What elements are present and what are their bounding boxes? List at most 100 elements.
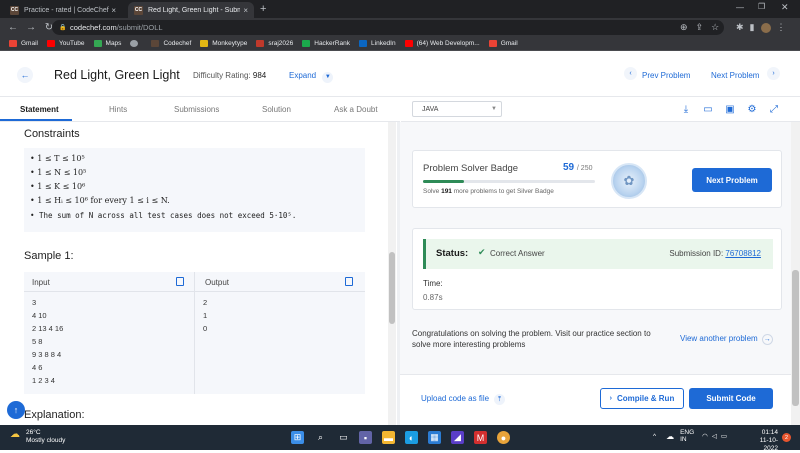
close-tab-icon[interactable]: ×: [111, 6, 116, 15]
menu-icon[interactable]: ⋮: [777, 22, 786, 33]
notification-badge[interactable]: 2: [782, 433, 791, 442]
settings-gear-icon[interactable]: ⚙: [746, 103, 758, 115]
profile-avatar[interactable]: [760, 22, 771, 33]
volume-icon[interactable]: ◁: [712, 432, 717, 440]
tab-hints[interactable]: Hints: [109, 105, 127, 114]
chevron-right-icon[interactable]: ›: [767, 67, 780, 80]
copy-input-icon[interactable]: [176, 277, 184, 286]
time-value: 0.87s: [423, 293, 443, 302]
bookmark-youtube-webdev[interactable]: (64) Web Developm...: [404, 40, 480, 47]
restore-icon[interactable]: ❐: [758, 2, 765, 11]
copy-output-icon[interactable]: [345, 277, 353, 286]
bookmark-youtube[interactable]: YouTube: [46, 40, 85, 47]
download-icon[interactable]: ⤓: [680, 103, 692, 115]
bookmark-sraj[interactable]: sraj2026: [256, 40, 293, 47]
status-banner: Status: ✔ Correct Answer Submission ID: …: [423, 239, 773, 269]
new-tab-icon[interactable]: +: [260, 3, 266, 15]
sidepanel-icon[interactable]: ▮: [750, 22, 755, 33]
task-view-icon[interactable]: ▭: [337, 431, 350, 444]
chrome-icon[interactable]: ●: [497, 431, 510, 444]
browser-tab-submit[interactable]: CC Red Light, Green Light - Submit | ×: [128, 2, 254, 18]
tab-ask-doubt[interactable]: Ask a Doubt: [334, 105, 378, 114]
bookmark-codechef[interactable]: Codechef: [151, 40, 191, 47]
scrollbar-thumb[interactable]: [792, 270, 799, 406]
input-line: 3: [32, 298, 37, 307]
submit-code-button[interactable]: Submit Code: [689, 388, 773, 409]
battery-icon[interactable]: ▭: [721, 432, 727, 440]
view-another-problem-link[interactable]: View another problem →: [680, 334, 773, 345]
sample-table: Input Output 3 4 10 2 13 4 16 5 8 9 3 8 …: [24, 272, 365, 394]
close-window-icon[interactable]: ✕: [781, 2, 789, 13]
onedrive-icon[interactable]: ☁: [666, 432, 674, 441]
tray-overflow-icon[interactable]: ^: [653, 433, 656, 440]
close-tab-icon[interactable]: ×: [243, 6, 248, 15]
arrow-up-icon: ↑: [13, 405, 19, 415]
language-select[interactable]: JAVA ▼: [412, 101, 502, 117]
extensions-icon[interactable]: ✱: [736, 22, 744, 33]
save-icon[interactable]: ▣: [724, 103, 736, 115]
start-icon[interactable]: ⊞: [291, 431, 304, 444]
prev-problem-link[interactable]: Prev Problem: [642, 71, 690, 80]
store-icon[interactable]: ▦: [428, 431, 441, 444]
bookmark-monkeytype[interactable]: Monkeytype: [200, 40, 247, 47]
tab-statement[interactable]: Statement: [20, 105, 59, 114]
bookmark-gmail[interactable]: Gmail: [9, 40, 38, 47]
file-explorer-icon[interactable]: ▬: [382, 431, 395, 444]
forward-icon[interactable]: →: [26, 22, 36, 33]
silver-badge-icon: ✿: [611, 163, 647, 199]
fullscreen-icon[interactable]: ⤢: [768, 103, 780, 115]
share-icon[interactable]: ⇪: [696, 22, 704, 33]
chevron-left-icon[interactable]: ‹: [624, 67, 637, 80]
mcafee-icon[interactable]: M: [474, 431, 487, 444]
search-icon[interactable]: ⌕: [314, 431, 327, 444]
next-problem-button[interactable]: Next Problem: [692, 168, 772, 192]
zoom-icon[interactable]: ⊕: [680, 22, 688, 33]
edge-icon[interactable]: ◐: [405, 431, 418, 444]
youtube-icon: [404, 40, 413, 47]
clock[interactable]: 01:14 11-10-2022: [748, 429, 778, 453]
output-label: Output: [205, 278, 230, 287]
bookmark-gmail-2[interactable]: Gmail: [488, 40, 518, 47]
compile-run-button[interactable]: › Compile & Run: [600, 388, 684, 409]
language-value: JAVA: [422, 106, 439, 113]
bookmark-linkedin[interactable]: LinkedIn: [359, 40, 396, 47]
teams-icon[interactable]: ▪: [359, 431, 372, 444]
dropdown-arrow-icon: ▼: [491, 106, 497, 112]
input-line: 1 2 3 4: [32, 376, 55, 385]
back-icon[interactable]: ←: [8, 22, 18, 33]
url-field[interactable]: 🔒 codechef.com/submit/DOLL: [52, 20, 724, 35]
browser-tab-bar: CC Practice - rated | CodeChef × CC Red …: [0, 0, 800, 18]
vscode-icon[interactable]: ◢: [451, 431, 464, 444]
language-indicator[interactable]: ENG IN: [680, 429, 694, 443]
input-label: Input: [32, 278, 50, 287]
active-tab-indicator: [0, 119, 72, 121]
problem-tabs: Statement Hints Submissions Solution Ask…: [0, 97, 400, 122]
congrats-message: Congratulations on solving the problem. …: [412, 329, 651, 349]
upload-code-link[interactable]: Upload code as file ⤒: [421, 394, 506, 405]
next-problem-link[interactable]: Next Problem: [711, 71, 759, 80]
badge-title: Problem Solver Badge: [423, 163, 519, 174]
weather-widget[interactable]: ☁ 26°C Mostly cloudy: [10, 429, 65, 445]
statement-scrollbar[interactable]: [388, 122, 396, 425]
back-arrow-icon[interactable]: ←: [17, 67, 33, 83]
browser-tab-practice[interactable]: CC Practice - rated | CodeChef ×: [4, 2, 122, 18]
url-path: /submit/DOLL: [116, 23, 163, 32]
minimize-icon[interactable]: —: [736, 3, 744, 12]
submission-id-link[interactable]: 76708812: [725, 249, 761, 258]
scroll-top-button[interactable]: ↑: [7, 401, 25, 419]
chevron-right-icon: ›: [609, 395, 612, 402]
comment-icon[interactable]: ▭: [702, 103, 714, 115]
wifi-icon[interactable]: ◠: [702, 432, 708, 440]
bookmark-globe[interactable]: [130, 40, 142, 47]
tab-submissions[interactable]: Submissions: [174, 105, 219, 114]
result-scrollbar[interactable]: [791, 122, 800, 425]
bookmark-star-icon[interactable]: ☆: [711, 22, 719, 33]
bookmark-maps[interactable]: Maps: [93, 40, 121, 47]
scrollbar-thumb[interactable]: [389, 252, 395, 324]
clock-time: 01:14: [761, 429, 778, 436]
system-tray: ^ ☁ ENG IN ◠ ◁ ▭: [653, 429, 727, 443]
tab-solution[interactable]: Solution: [262, 105, 291, 114]
expand-button[interactable]: Expand ▼: [289, 71, 334, 83]
bookmark-hackerrank[interactable]: HackerRank: [302, 40, 350, 47]
input-line: 4 10: [32, 311, 47, 320]
